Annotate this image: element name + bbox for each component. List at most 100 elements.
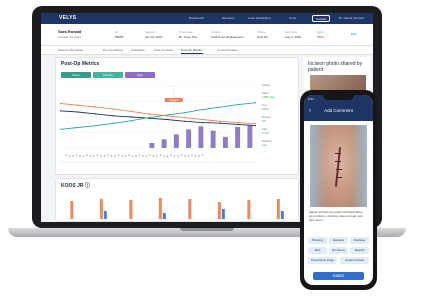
status-time: 9:41 [308, 97, 314, 101]
steps-bar [149, 143, 155, 148]
chip-option[interactable]: No Issues [329, 247, 348, 254]
timeline-dot [173, 155, 176, 157]
data-point [237, 123, 239, 126]
tab-post-op-metrics[interactable]: Post-Op Metrics [181, 48, 203, 54]
timeline-dot [65, 154, 67, 156]
patient-field: Alerts PEM [317, 30, 325, 39]
patient-field: Last Visit Aug 3, 2022 [285, 30, 302, 39]
chip-option[interactable]: Prescription drugs [308, 257, 337, 264]
data-point [201, 121, 204, 124]
side-label: Avg [262, 104, 267, 107]
nav-tools[interactable]: Tools [289, 16, 296, 20]
timeline-dot [86, 154, 88, 156]
steps-series-line [60, 110, 256, 127]
chip-option[interactable]: Pain [308, 247, 327, 254]
timeline-dot [103, 155, 106, 157]
timeline-dot [198, 155, 200, 157]
timeline-dot [187, 155, 190, 157]
tab-pre-op-metrics[interactable]: Pre-Op Metrics [103, 48, 123, 52]
koos-bar [70, 201, 74, 219]
data-point [219, 122, 222, 124]
timeline-dot [79, 155, 81, 157]
filter-steps[interactable]: Steps [61, 72, 91, 78]
data-point [255, 124, 256, 127]
timeline-dot [96, 154, 99, 156]
card-title: Post-Op Metrics [61, 61, 100, 67]
koos-bar [103, 211, 107, 219]
filter-pain[interactable]: Pain [125, 72, 155, 78]
edit-link[interactable]: Edit [351, 32, 356, 36]
app-logo[interactable]: VELYS [59, 15, 76, 21]
timeline-dot [110, 155, 113, 157]
post-op-metrics-card: Post-Op Metrics Steps Flexion Pain Surge… [55, 57, 299, 175]
metrics-side-panel: Activity Steps 2,845 / day Avg 3,102 Fle… [262, 84, 292, 184]
post-op-metrics-chart: Surgery [60, 85, 256, 163]
steps-bar [198, 126, 204, 148]
tab-communication[interactable]: Communication [217, 48, 238, 52]
data-point [219, 120, 222, 123]
user-menu[interactable]: Dr. Daniel Johnson [339, 16, 364, 20]
timeline-dot [89, 155, 92, 157]
data-point [112, 115, 115, 117]
timeline-dot [156, 155, 158, 157]
chip-option[interactable]: Redness [329, 237, 348, 244]
koos-bar [129, 200, 133, 219]
timeline-dot [159, 154, 162, 156]
chip-option[interactable]: Drainage [350, 237, 369, 244]
contact-button[interactable]: Contact [312, 15, 331, 22]
data-point [130, 120, 132, 122]
timeline-dot [117, 154, 120, 156]
tab-care-notes[interactable]: Care by Notes [154, 48, 173, 52]
data-point [148, 113, 150, 115]
tab-patient-information[interactable]: Patient Information [58, 48, 83, 52]
steps-bar [247, 125, 253, 148]
nav-case-scheduling[interactable]: Case Scheduling [248, 16, 271, 20]
data-point [201, 118, 204, 121]
timeline-dot [191, 154, 193, 156]
staple [336, 177, 342, 178]
side-label: Swelling [262, 140, 272, 143]
phone-screen: 9:41 ‹ Add Comment Select at least one o… [304, 95, 373, 285]
chip-option[interactable]: Bruising [308, 237, 327, 244]
koos-bar [188, 199, 192, 219]
data-point [77, 104, 79, 106]
data-point [201, 108, 204, 111]
nav-dashboard[interactable]: Dashboard [189, 16, 204, 20]
side-label: Activity [262, 84, 271, 87]
patient-field: Surgery Jan 30, 2022 [145, 30, 163, 39]
data-point [94, 124, 97, 127]
data-point [148, 116, 150, 119]
steps-bar [186, 129, 192, 148]
staple [336, 169, 342, 170]
chip-option[interactable]: Warmth [350, 247, 369, 254]
data-point [255, 102, 256, 104]
timeline-dot [135, 155, 137, 157]
timeline-dot [142, 155, 144, 157]
staple [335, 161, 341, 162]
data-point [219, 106, 222, 108]
patient-header: Sara Ronald Female, 64 years ID 55555 Sur… [41, 24, 373, 46]
tab-bar: Patient Information Pre-Op Metrics Check… [41, 46, 373, 55]
incision-photo-title: Incision photo shared by patient [308, 61, 363, 73]
filter-flexion[interactable]: Flexion [93, 72, 123, 78]
patient-field: Phase Post Op [257, 30, 268, 39]
timeline-dot [114, 155, 116, 157]
stage: VELYS Dashboard Episodes Case Scheduling… [0, 0, 431, 297]
koos-bar [217, 202, 221, 219]
side-value: 3,102 [262, 108, 269, 111]
chip-option[interactable]: Incision Closed [340, 257, 369, 264]
data-point [166, 118, 168, 121]
timeline-dot [93, 155, 95, 157]
timeline-dot [82, 155, 85, 157]
nav-episodes[interactable]: Episodes [222, 16, 234, 20]
tab-checklists[interactable]: Checklists [131, 48, 145, 52]
data-point [184, 116, 186, 119]
laptop-notch [180, 228, 234, 231]
timeline-dot [75, 154, 78, 156]
koos-title: KOOS JR ⓘ [61, 183, 90, 189]
phone-title: Add Comment [324, 108, 353, 113]
timeline-dot [145, 155, 148, 157]
submit-button[interactable]: SUBMIT [313, 272, 364, 280]
data-point [112, 108, 115, 110]
timeline-dot [124, 155, 127, 157]
